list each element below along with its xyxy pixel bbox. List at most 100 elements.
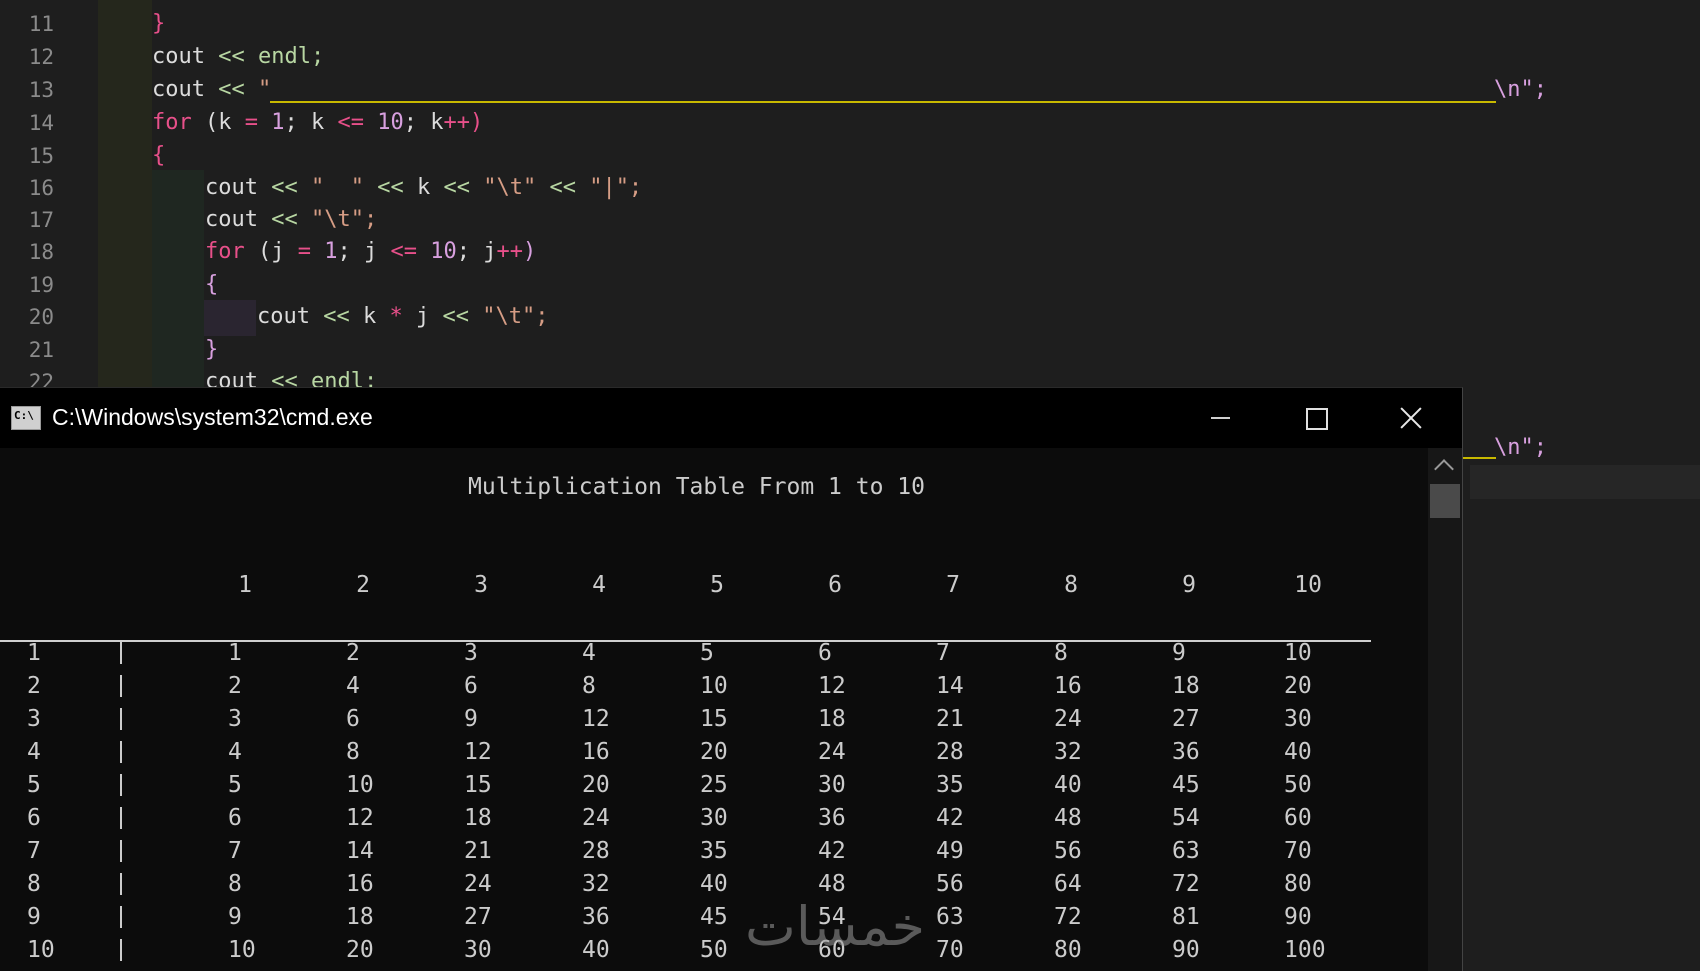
table-cell: 15 [464, 772, 492, 798]
code-token: << [323, 304, 350, 329]
row-label: 5 [27, 772, 41, 798]
code-token: "\t"; [297, 207, 378, 232]
table-cell: 30 [818, 772, 846, 798]
window-title: C:\Windows\system32\cmd.exe [52, 404, 373, 430]
table-cell: 6 [346, 706, 360, 732]
table-cell: 15 [700, 706, 728, 732]
code-token: 1 [310, 239, 338, 264]
column-header: 2 [356, 572, 370, 598]
code-token: cout [205, 207, 272, 232]
table-title: Multiplication Table From 1 to 10 [468, 474, 925, 500]
close-button[interactable] [1364, 388, 1460, 448]
code-token: cout [205, 175, 272, 200]
code-token: = [297, 239, 311, 264]
table-cell: 21 [464, 838, 492, 864]
table-cell: 8 [346, 739, 360, 765]
column-header: 5 [710, 572, 724, 598]
code-token: << [218, 44, 245, 69]
code-line-tail: \n"; [1494, 74, 1547, 106]
scroll-up-arrow-icon[interactable] [1434, 459, 1454, 479]
line-number: 16 [28, 176, 54, 200]
cmd-window[interactable]: C:\ C:\Windows\system32\cmd.exe Multipli… [0, 387, 1463, 971]
table-cell: 45 [1172, 772, 1200, 798]
table-cell: 18 [1172, 673, 1200, 699]
code-token: " [244, 77, 272, 102]
code-line[interactable]: for (k = 1; k <= 10; k++) [152, 107, 483, 139]
line-number: 12 [28, 45, 54, 69]
table-cell: 5 [228, 772, 242, 798]
code-line[interactable]: cout << " " << k << "\t" << "|"; [205, 172, 642, 204]
code-token: \n"; [1494, 77, 1547, 102]
code-line[interactable]: } [205, 334, 218, 366]
code-line[interactable]: { [205, 269, 218, 301]
maximize-button[interactable] [1268, 388, 1364, 448]
table-cell: 16 [1054, 673, 1082, 699]
table-cell: 14 [936, 673, 964, 699]
table-cell: 18 [818, 706, 846, 732]
code-line[interactable]: cout << endl; [152, 41, 324, 73]
console-output[interactable]: Multiplication Table From 1 to 10 123456… [0, 448, 1428, 971]
scrollbar-thumb[interactable] [1430, 484, 1460, 518]
table-cell: 72 [1172, 871, 1200, 897]
code-token: "\t"; [468, 304, 549, 329]
code-token: ) [522, 239, 537, 264]
line-number: 15 [28, 144, 54, 168]
row-label: 9 [27, 904, 41, 930]
code-token: (k [191, 110, 245, 135]
code-token: << [549, 175, 576, 200]
code-token: << [271, 207, 298, 232]
table-cell: 36 [1172, 739, 1200, 765]
row-label: 2 [27, 673, 41, 699]
row-separator [118, 772, 124, 798]
row-label: 4 [27, 739, 41, 765]
window-titlebar[interactable]: C:\ C:\Windows\system32\cmd.exe [0, 388, 1462, 448]
code-token: ; j [456, 239, 497, 264]
code-token: (j [244, 239, 298, 264]
code-token: "\t" [469, 175, 550, 200]
line-number: 11 [28, 12, 54, 36]
code-token: << [442, 304, 469, 329]
code-line[interactable]: cout << " [152, 74, 271, 106]
row-separator [118, 904, 124, 930]
table-cell: 30 [464, 937, 492, 963]
table-cell: 27 [1172, 706, 1200, 732]
code-token: } [152, 11, 166, 36]
code-line[interactable]: for (j = 1; j <= 10; j++) [205, 236, 536, 268]
code-line[interactable]: } [152, 8, 165, 40]
code-line[interactable]: cout << k * j << "\t"; [257, 301, 548, 333]
table-cell: 63 [936, 904, 964, 930]
row-separator [118, 805, 124, 831]
code-line[interactable]: { [152, 140, 165, 172]
table-cell: 100 [1284, 937, 1326, 963]
table-cell: 27 [464, 904, 492, 930]
table-cell: 20 [346, 937, 374, 963]
row-separator [118, 739, 124, 765]
table-cell: 3 [464, 640, 478, 666]
table-cell: 7 [228, 838, 242, 864]
code-token: } [205, 337, 219, 362]
code-token: * [389, 304, 403, 329]
table-cell: 4 [346, 673, 360, 699]
table-cell: 60 [1284, 805, 1312, 831]
indent-guide [152, 170, 204, 390]
minimize-button[interactable] [1172, 388, 1268, 448]
vertical-scrollbar[interactable] [1428, 448, 1462, 971]
table-cell: 10 [1284, 640, 1312, 666]
table-cell: 5 [700, 640, 714, 666]
code-token: " " [297, 175, 378, 200]
code-line[interactable]: cout << "\t"; [205, 204, 377, 236]
indent-guide [98, 0, 152, 390]
table-cell: 90 [1284, 904, 1312, 930]
table-cell: 63 [1172, 838, 1200, 864]
code-token: 10 [416, 239, 457, 264]
table-cell: 12 [464, 739, 492, 765]
table-cell: 8 [582, 673, 596, 699]
code-token: 10 [363, 110, 404, 135]
table-cell: 12 [346, 805, 374, 831]
table-cell: 36 [582, 904, 610, 930]
table-cell: 40 [582, 937, 610, 963]
line-number: 18 [28, 240, 54, 264]
table-cell: 3 [228, 706, 242, 732]
table-cell: 20 [582, 772, 610, 798]
code-token: << [271, 175, 298, 200]
